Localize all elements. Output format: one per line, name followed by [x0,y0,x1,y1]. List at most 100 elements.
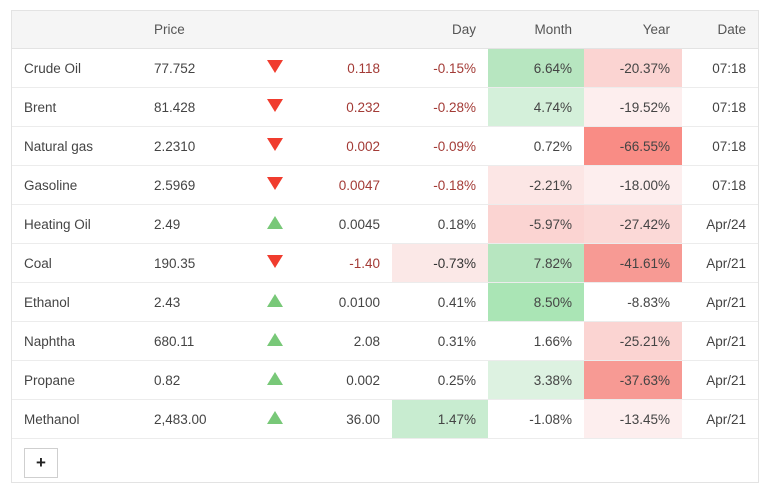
commodity-price: 190.35 [142,243,244,283]
arrow-down-icon [244,87,306,127]
arrow-up-icon [244,282,306,322]
column-header-name[interactable] [12,11,142,49]
commodity-name[interactable]: Ethanol [12,282,142,322]
table-header-row: Price Day Month Year Date [12,11,758,49]
table-row[interactable]: Natural gas 2.2310 0.002 -0.09% 0.72% -66.55%… [12,126,758,166]
triangle-up-icon [267,372,283,385]
commodity-price: 2,483.00 [142,399,244,439]
commodity-name[interactable]: Crude Oil [12,48,142,88]
table-row[interactable]: Naphtha 680.11 2.08 0.31% 1.66% -25.21% Apr/21 [12,321,758,361]
column-header-year[interactable]: Year [584,11,682,49]
arrow-down-icon [244,48,306,88]
commodity-price: 0.82 [142,360,244,400]
commodity-name[interactable]: Methanol [12,399,142,439]
commodity-month-change: 4.74% [488,87,584,127]
commodity-date: Apr/21 [682,321,758,361]
commodity-year-change: -41.61% [584,243,682,283]
triangle-up-icon [267,294,283,307]
column-header-arrow [244,11,306,49]
table-row[interactable]: Crude Oil 77.752 0.118 -0.15% 6.64% -20.37% 07… [12,48,758,88]
commodity-change: 2.08 [306,321,392,361]
commodity-name[interactable]: Naphtha [12,321,142,361]
column-header-date[interactable]: Date [682,11,758,49]
arrow-down-icon [244,165,306,205]
commodity-day-change: -0.15% [392,48,488,88]
commodity-name[interactable]: Coal [12,243,142,283]
commodity-year-change: -8.83% [584,282,682,322]
commodity-date: 07:18 [682,165,758,205]
table-row[interactable]: Brent 81.428 0.232 -0.28% 4.74% -19.52% 07:18 [12,87,758,127]
commodity-change: 0.002 [306,126,392,166]
commodities-panel: Price Day Month Year Date Crude Oil 77.75… [11,10,759,483]
column-header-month[interactable]: Month [488,11,584,49]
commodity-year-change: -37.63% [584,360,682,400]
triangle-down-icon [267,60,283,73]
table-row[interactable]: Gasoline 2.5969 0.0047 -0.18% -2.21% -18.00% 0… [12,165,758,205]
commodity-change: 0.232 [306,87,392,127]
commodity-month-change: 1.66% [488,321,584,361]
arrow-up-icon [244,321,306,361]
commodity-year-change: -20.37% [584,48,682,88]
commodities-table: Price Day Month Year Date Crude Oil 77.75… [12,11,758,439]
commodity-month-change: -1.08% [488,399,584,439]
triangle-down-icon [267,255,283,268]
commodity-name[interactable]: Heating Oil [12,204,142,244]
table-row[interactable]: Heating Oil 2.49 0.0045 0.18% -5.97% -27.42% A… [12,204,758,244]
table-header: Price Day Month Year Date [12,11,758,49]
column-header-day[interactable]: Day [392,11,488,49]
add-row-button[interactable]: + [24,448,58,478]
commodity-price: 81.428 [142,87,244,127]
commodity-date: Apr/21 [682,399,758,439]
footer-toolbar: + [12,439,758,478]
commodity-year-change: -66.55% [584,126,682,166]
commodity-day-change: 0.31% [392,321,488,361]
commodity-day-change: -0.28% [392,87,488,127]
commodity-month-change: 3.38% [488,360,584,400]
commodity-name[interactable]: Brent [12,87,142,127]
triangle-up-icon [267,411,283,424]
commodity-day-change: -0.73% [392,243,488,283]
commodity-year-change: -13.45% [584,399,682,439]
commodity-date: 07:18 [682,126,758,166]
triangle-down-icon [267,99,283,112]
commodity-change: 36.00 [306,399,392,439]
table-row[interactable]: Propane 0.82 0.002 0.25% 3.38% -37.63% Apr/21 [12,360,758,400]
table-body: Crude Oil 77.752 0.118 -0.15% 6.64% -20.37% 07… [12,48,758,439]
commodity-month-change: 6.64% [488,48,584,88]
triangle-up-icon [267,216,283,229]
table-row[interactable]: Coal 190.35 -1.40 -0.73% 7.82% -41.61% Apr/21 [12,243,758,283]
commodity-price: 2.49 [142,204,244,244]
commodity-year-change: -18.00% [584,165,682,205]
column-header-change[interactable] [306,11,392,49]
commodity-date: Apr/21 [682,282,758,322]
arrow-down-icon [244,126,306,166]
commodity-name[interactable]: Gasoline [12,165,142,205]
column-header-price[interactable]: Price [142,11,244,49]
commodity-day-change: 0.41% [392,282,488,322]
arrow-up-icon [244,360,306,400]
triangle-down-icon [267,138,283,151]
commodity-day-change: 0.18% [392,204,488,244]
commodity-change: 0.0047 [306,165,392,205]
commodity-month-change: -5.97% [488,204,584,244]
commodity-year-change: -19.52% [584,87,682,127]
commodity-name[interactable]: Propane [12,360,142,400]
table-row[interactable]: Ethanol 2.43 0.0100 0.41% 8.50% -8.83% Apr/21 [12,282,758,322]
commodity-change: -1.40 [306,243,392,283]
commodity-price: 2.2310 [142,126,244,166]
commodity-change: 0.0045 [306,204,392,244]
commodity-day-change: -0.18% [392,165,488,205]
commodity-day-change: 1.47% [392,399,488,439]
table-row[interactable]: Methanol 2,483.00 36.00 1.47% -1.08% -13.45% A… [12,399,758,439]
commodity-month-change: 0.72% [488,126,584,166]
triangle-down-icon [267,177,283,190]
arrow-up-icon [244,399,306,439]
commodity-date: 07:18 [682,48,758,88]
commodity-price: 2.43 [142,282,244,322]
commodity-name[interactable]: Natural gas [12,126,142,166]
commodity-date: Apr/21 [682,360,758,400]
arrow-down-icon [244,243,306,283]
commodity-change: 0.118 [306,48,392,88]
commodity-price: 2.5969 [142,165,244,205]
commodity-date: Apr/24 [682,204,758,244]
